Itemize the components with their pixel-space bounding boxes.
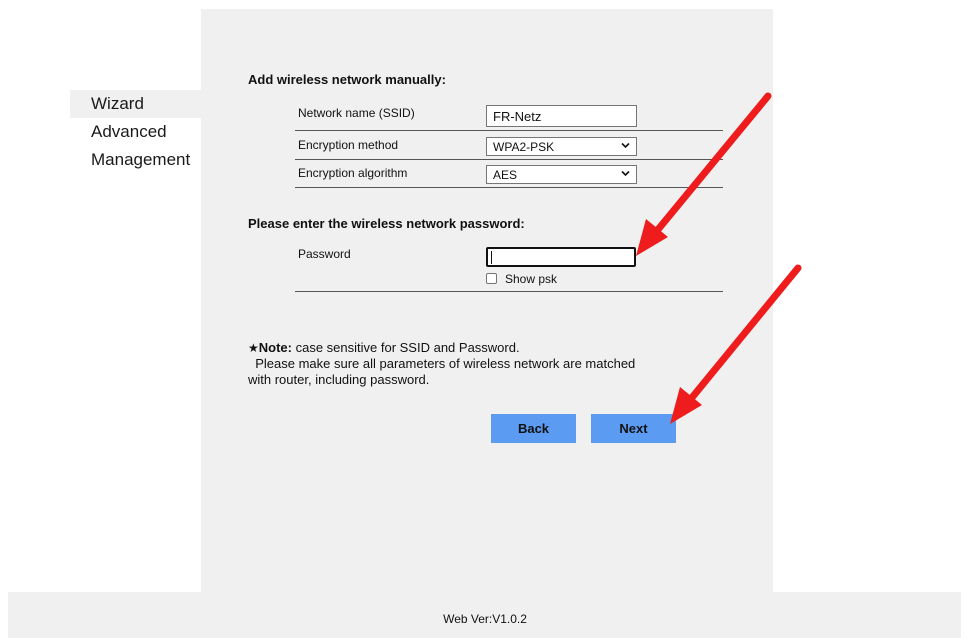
password-section-title: Please enter the wireless network passwo… [248, 216, 525, 231]
encryption-algorithm-value: AES [493, 168, 518, 182]
encryption-method-select[interactable]: WPA2-PSK [486, 137, 637, 156]
sidebar-item-wizard[interactable]: Wizard [70, 90, 201, 118]
sidebar-item-advanced[interactable]: Advanced [70, 118, 201, 146]
note-heading: Note: [258, 340, 292, 355]
show-psk-checkbox[interactable] [486, 273, 497, 284]
note-line-1: case sensitive for SSID and Password. [291, 340, 520, 355]
star-icon: ★ [248, 341, 259, 355]
note-line-3: with router, including password. [248, 372, 430, 387]
manual-section-title: Add wireless network manually: [248, 72, 446, 87]
sidebar-item-management[interactable]: Management [70, 146, 201, 174]
row-divider [295, 130, 723, 131]
password-label: Password [298, 247, 351, 261]
ssid-input[interactable] [486, 105, 637, 127]
note-line-2: Please make sure all parameters of wirel… [255, 356, 636, 371]
next-button[interactable]: Next [591, 414, 676, 443]
back-button[interactable]: Back [491, 414, 576, 443]
ssid-label: Network name (SSID) [298, 106, 415, 120]
cropped-caption [0, 0, 970, 8]
row-divider [295, 291, 723, 292]
chevron-down-icon [621, 170, 630, 177]
encryption-method-label: Encryption method [298, 138, 399, 152]
encryption-algorithm-label: Encryption algorithm [298, 166, 408, 180]
web-version: Web Ver:V1.0.2 [443, 612, 527, 626]
note-text: ★Note: case sensitive for SSID and Passw… [248, 340, 635, 388]
row-divider [295, 159, 723, 160]
encryption-algorithm-select[interactable]: AES [486, 165, 637, 184]
chevron-down-icon [621, 142, 630, 149]
right-margin [773, 9, 961, 638]
encryption-method-value: WPA2-PSK [493, 140, 555, 154]
text-caret [491, 251, 492, 264]
password-input[interactable] [486, 247, 636, 267]
row-divider [295, 187, 723, 188]
show-psk-label: Show psk [505, 272, 558, 286]
